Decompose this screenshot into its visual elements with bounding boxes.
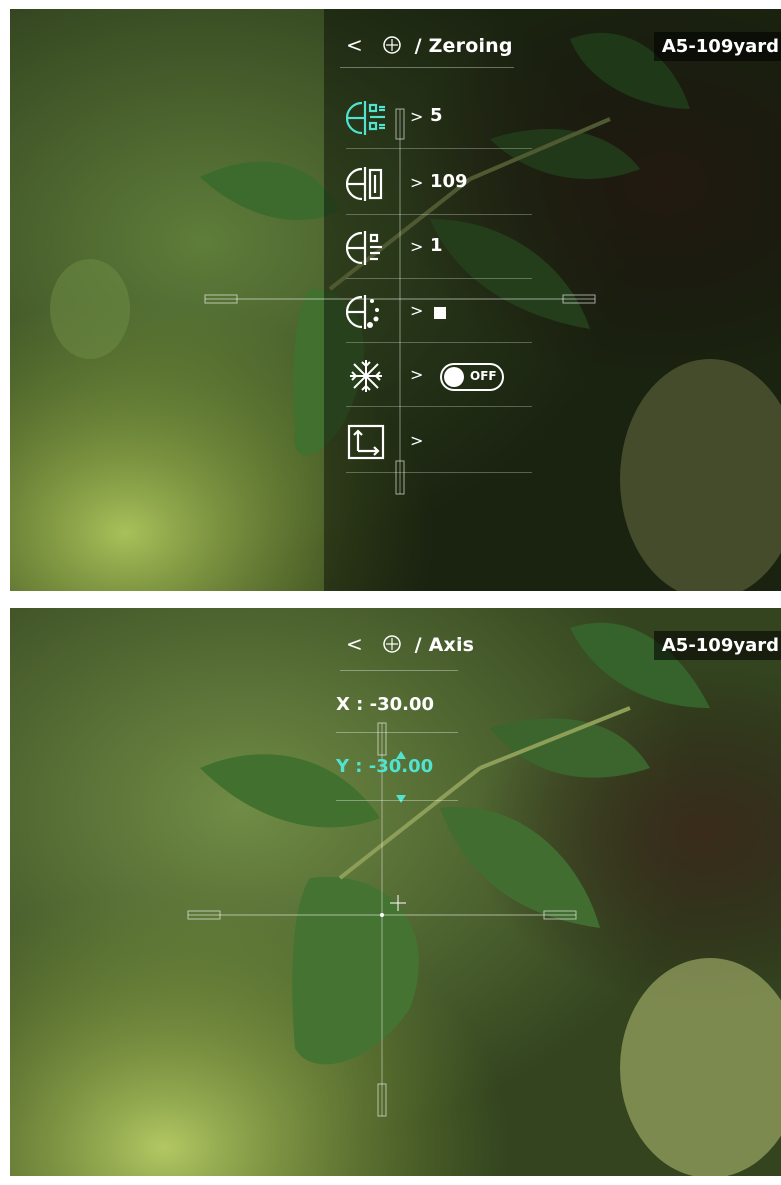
- freeze-icon: [346, 357, 386, 395]
- item-arrow: >: [410, 301, 424, 320]
- freeze-toggle[interactable]: OFF: [440, 363, 504, 391]
- x-axis-value[interactable]: X : -30.00: [336, 694, 434, 715]
- row-divider: [346, 278, 532, 279]
- row-divider: [336, 732, 458, 733]
- axis-screen: < / Axis A5-109yard X : -30.00 Y : -30.0…: [10, 608, 781, 1176]
- menu-item-distance[interactable]: > 109: [345, 155, 532, 215]
- row-divider: [346, 148, 532, 149]
- item-arrow: >: [410, 431, 424, 450]
- zeroing-profile-value: 5: [430, 105, 443, 126]
- row-divider: [336, 800, 458, 801]
- back-button[interactable]: <: [346, 632, 363, 656]
- reticle-style-value: 1: [430, 235, 443, 256]
- axis-icon: [346, 423, 386, 461]
- zeroing-screen: < / Zeroing A5-109yard > 5 > 109 > 1 > >…: [10, 9, 781, 591]
- header-divider: [340, 67, 514, 68]
- toggle-label: OFF: [470, 369, 497, 383]
- row-divider: [346, 214, 532, 215]
- menu-item-axis[interactable]: >: [346, 413, 532, 473]
- item-arrow: >: [410, 237, 424, 256]
- item-arrow: >: [410, 173, 424, 192]
- profile-distance-badge: A5-109yard: [653, 32, 781, 61]
- item-arrow: >: [410, 107, 424, 126]
- row-divider: [346, 472, 532, 473]
- toggle-knob: [444, 367, 464, 387]
- profile-distance-badge: A5-109yard: [653, 631, 781, 660]
- item-arrow: >: [410, 365, 424, 384]
- menu-title-text: / Axis: [414, 634, 475, 656]
- crosshair-icon: [382, 634, 402, 659]
- distance-value: 109: [430, 171, 468, 192]
- header-divider: [340, 670, 458, 671]
- reticle-color-icon: [345, 293, 386, 331]
- back-button[interactable]: <: [346, 33, 363, 57]
- decrease-arrow-icon[interactable]: [396, 788, 406, 807]
- distance-icon: [345, 165, 386, 203]
- menu-item-zeroing-profile[interactable]: > 5: [345, 89, 532, 149]
- menu-item-freeze[interactable]: > OFF: [346, 347, 532, 407]
- y-axis-value[interactable]: Y : -30.00: [336, 756, 433, 777]
- menu-title: < / Zeroing: [346, 33, 513, 60]
- menu-item-reticle-style[interactable]: > 1: [345, 219, 532, 279]
- menu-title: < / Axis: [346, 632, 474, 659]
- menu-item-reticle-color[interactable]: >: [345, 283, 532, 343]
- menu-title-text: / Zeroing: [414, 35, 513, 57]
- row-divider: [346, 406, 532, 407]
- crosshair-icon: [382, 35, 402, 60]
- zeroing-profile-icon: [345, 99, 386, 137]
- reticle-color-swatch: [434, 307, 446, 319]
- row-divider: [346, 342, 532, 343]
- reticle-style-icon: [345, 229, 386, 267]
